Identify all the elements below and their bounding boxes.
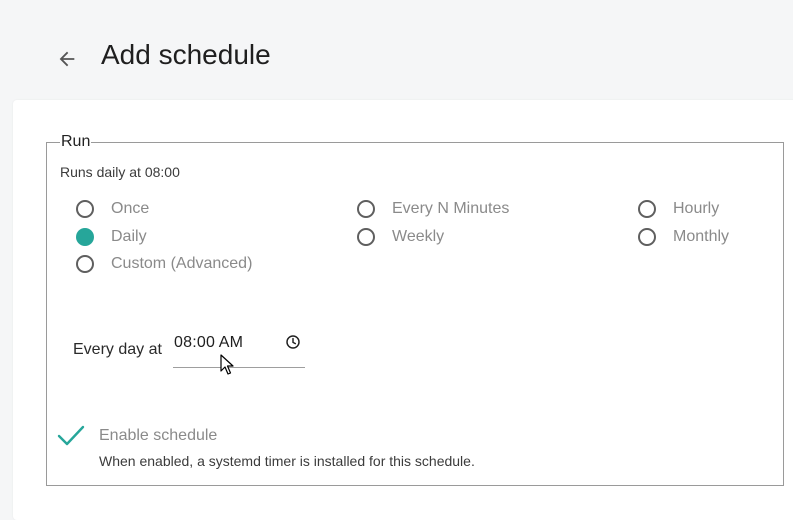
run-summary: Runs daily at 08:00 — [60, 164, 180, 180]
radio-label: Hourly — [673, 200, 720, 217]
time-input-value: 08:00 AM — [174, 334, 244, 351]
arrow-left-icon — [59, 51, 75, 67]
radio-selected-icon — [76, 228, 94, 246]
time-field-label: Every day at — [73, 341, 162, 358]
mouse-cursor-icon — [220, 354, 234, 375]
radio-label: Daily — [111, 228, 147, 245]
radio-circle-icon — [357, 228, 375, 246]
run-legend: Run — [61, 133, 91, 150]
radio-label: Custom (Advanced) — [111, 255, 253, 272]
radio-circle-icon — [638, 228, 656, 246]
radio-label: Every N Minutes — [392, 200, 510, 217]
radio-daily[interactable]: Daily — [76, 226, 147, 248]
clock-icon[interactable] — [285, 334, 301, 350]
radio-weekly[interactable]: Weekly — [357, 226, 444, 248]
radio-once[interactable]: Once — [76, 198, 149, 220]
radio-circle-icon — [638, 200, 656, 218]
enable-schedule-help: When enabled, a systemd timer is install… — [99, 453, 475, 469]
back-button[interactable] — [52, 44, 82, 74]
radio-circle-icon — [357, 200, 375, 218]
radio-hourly[interactable]: Hourly — [638, 198, 719, 220]
radio-custom-advanced[interactable]: Custom (Advanced) — [76, 253, 252, 275]
radio-circle-icon — [76, 255, 94, 273]
enable-schedule-label: Enable schedule — [99, 427, 218, 444]
checkmark-icon — [57, 425, 85, 446]
radio-circle-icon — [76, 200, 94, 218]
schedule-form-card: Run Runs daily at 08:00 Once Every N Min… — [13, 100, 793, 520]
radio-label: Monthly — [673, 228, 730, 245]
time-input[interactable]: 08:00 AM — [173, 328, 305, 368]
enable-schedule-toggle[interactable]: Enable schedule — [57, 424, 217, 448]
radio-label: Weekly — [392, 228, 445, 245]
radio-label: Once — [111, 200, 150, 217]
radio-every-n-minutes[interactable]: Every N Minutes — [357, 198, 509, 220]
radio-monthly[interactable]: Monthly — [638, 226, 729, 248]
page-header: Add schedule — [0, 0, 793, 100]
page-title: Add schedule — [101, 39, 271, 70]
